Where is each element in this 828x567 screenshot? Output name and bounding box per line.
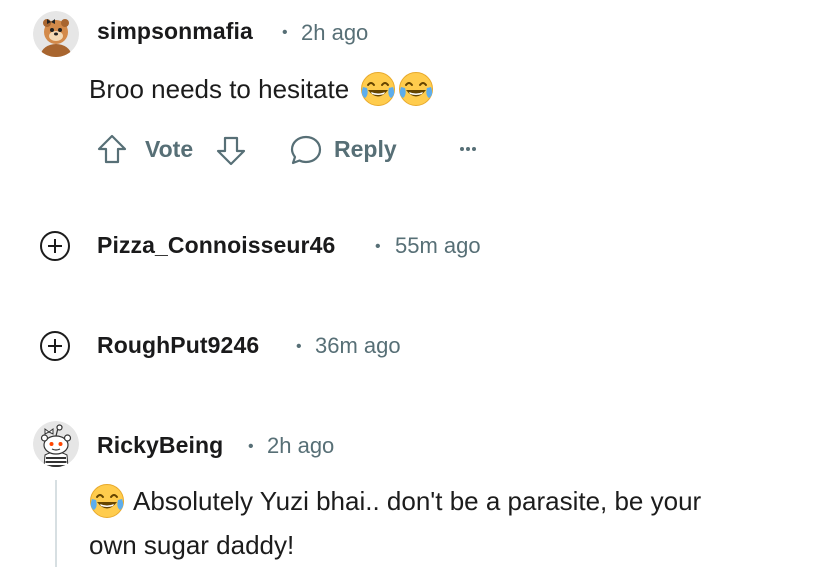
meta-separator: • <box>282 24 288 41</box>
reply-button[interactable]: Reply <box>289 133 409 167</box>
comment-text: Broo needs to hesitate <box>89 74 350 104</box>
comment-timestamp: 2h ago <box>267 433 335 458</box>
comment-body: Broo needs to hesitate <box>89 67 434 111</box>
meta-separator: • <box>375 238 381 255</box>
ellipsis-icon <box>460 147 476 151</box>
downvote-button[interactable] <box>214 134 248 168</box>
meta-separator: • <box>296 338 302 355</box>
expand-thread-button[interactable] <box>38 229 72 263</box>
plus-circle-icon <box>40 331 70 361</box>
reply-bubble-icon <box>290 135 322 165</box>
comment-body: Absolutely Yuzi bhai.. don't be a parasi… <box>89 479 809 567</box>
joy-emoji-icon <box>89 483 125 519</box>
downvote-arrow-icon <box>216 136 246 166</box>
comment-username[interactable]: Pizza_Connoisseur46 <box>97 232 335 259</box>
vote-label: Vote <box>145 136 194 162</box>
comment-username[interactable]: RickyBeing <box>97 432 223 459</box>
comment-timestamp: 55m ago <box>395 233 481 258</box>
reply-label: Reply <box>334 136 397 162</box>
comment-username[interactable]: RoughPut9246 <box>97 332 259 359</box>
more-options-button[interactable] <box>452 134 486 164</box>
meta-separator: • <box>248 438 254 455</box>
comment-body-line: own sugar daddy! <box>89 530 295 560</box>
joy-emoji-icon <box>360 71 396 107</box>
joy-emoji-icon <box>398 71 434 107</box>
comment-body-line: Absolutely Yuzi bhai.. don't be a parasi… <box>89 479 809 523</box>
avatar[interactable] <box>33 11 79 57</box>
upvote-button[interactable] <box>95 132 129 166</box>
thread-line[interactable] <box>55 480 57 567</box>
plus-circle-icon <box>40 231 70 261</box>
avatar-simpsonmafia-icon <box>33 11 79 57</box>
avatar-snoo-icon <box>33 421 79 467</box>
comment-username[interactable]: simpsonmafia <box>97 18 253 45</box>
avatar[interactable] <box>33 421 79 467</box>
upvote-arrow-icon <box>97 134 127 164</box>
expand-thread-button[interactable] <box>38 329 72 363</box>
comment-timestamp: 36m ago <box>315 333 401 358</box>
comment-timestamp: 2h ago <box>301 20 369 45</box>
comment-text: Absolutely Yuzi bhai.. don't be a parasi… <box>133 486 702 516</box>
